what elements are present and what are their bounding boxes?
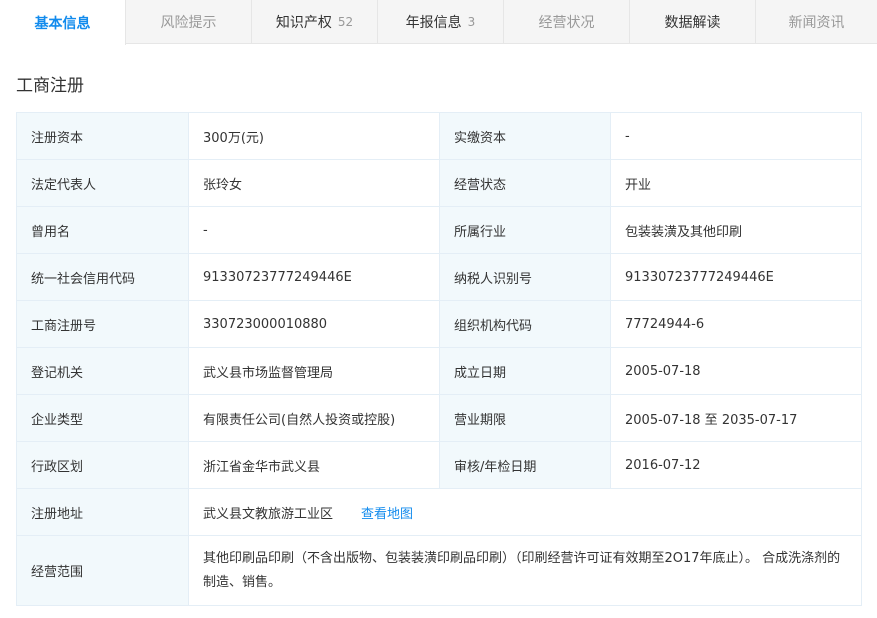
field-value: - bbox=[188, 206, 440, 254]
field-label: 注册地址 bbox=[16, 488, 189, 536]
field-value: 武义县文教旅游工业区 查看地图 bbox=[188, 488, 862, 536]
view-map-link[interactable]: 查看地图 bbox=[361, 507, 413, 522]
field-label: 经营状态 bbox=[439, 159, 611, 207]
tab-label: 风险提示 bbox=[160, 15, 217, 31]
field-label: 统一社会信用代码 bbox=[16, 253, 189, 301]
field-value: 2016-07-12 bbox=[610, 441, 862, 489]
tab-5[interactable]: 数据解读 bbox=[630, 0, 756, 44]
field-value: 张玲女 bbox=[188, 159, 440, 207]
field-value: 2005-07-18 至 2035-07-17 bbox=[610, 394, 862, 442]
field-value: 300万(元) bbox=[188, 112, 440, 160]
field-label: 经营范围 bbox=[16, 535, 189, 606]
table-row: 注册地址 武义县文教旅游工业区 查看地图 bbox=[16, 488, 862, 536]
field-value: 91330723777249446E bbox=[188, 253, 440, 301]
tab-bar: 基本信息 风险提示 知识产权 52 年报信息 3 经营状况 数据解读 新闻资讯 bbox=[0, 0, 877, 45]
tab-label: 年报信息 bbox=[405, 15, 462, 31]
field-label: 企业类型 bbox=[16, 394, 189, 442]
field-label: 组织机构代码 bbox=[439, 300, 611, 348]
tab-count-badge: 3 bbox=[467, 15, 476, 29]
field-label: 注册资本 bbox=[16, 112, 189, 160]
tab-1[interactable]: 风险提示 bbox=[126, 0, 252, 44]
field-label: 法定代表人 bbox=[16, 159, 189, 207]
field-value: 武义县市场监督管理局 bbox=[188, 347, 440, 395]
field-value: 91330723777249446E bbox=[610, 253, 862, 301]
field-value: 包装装潢及其他印刷 bbox=[610, 206, 862, 254]
section-title: 工商注册 bbox=[16, 76, 84, 96]
tab-label: 新闻资讯 bbox=[788, 15, 845, 31]
tab-label: 数据解读 bbox=[664, 15, 721, 31]
business-scope: 其他印刷品印刷（不含出版物、包装装潢印刷品印刷）（印刷经营许可证有效期至2O17… bbox=[188, 535, 862, 606]
table-row: 企业类型 有限责任公司(自然人投资或控股) 营业期限 2005-07-18 至 203… bbox=[16, 394, 862, 442]
tab-3[interactable]: 年报信息 3 bbox=[378, 0, 504, 44]
field-value: 2005-07-18 bbox=[610, 347, 862, 395]
tab-6[interactable]: 新闻资讯 bbox=[756, 0, 877, 44]
field-value: 330723000010880 bbox=[188, 300, 440, 348]
field-value: - bbox=[610, 112, 862, 160]
table-row: 注册资本 300万(元) 实缴资本 - bbox=[16, 112, 862, 160]
table-row: 经营范围 其他印刷品印刷（不含出版物、包装装潢印刷品印刷）（印刷经营许可证有效期… bbox=[16, 535, 862, 606]
table-row: 统一社会信用代码 91330723777249446E 纳税人识别号 91330723… bbox=[16, 253, 862, 301]
field-value: 浙江省金华市武义县 bbox=[188, 441, 440, 489]
table-row: 工商注册号 330723000010880 组织机构代码 77724944-6 bbox=[16, 300, 862, 348]
field-label: 实缴资本 bbox=[439, 112, 611, 160]
tab-label: 知识产权 bbox=[275, 15, 332, 31]
tab-label: 基本信息 bbox=[34, 15, 91, 32]
field-value: 77724944-6 bbox=[610, 300, 862, 348]
field-label: 登记机关 bbox=[16, 347, 189, 395]
business-registration-table: 注册资本 300万(元) 实缴资本 - 法定代表人 张玲女 经营状态 开业 曾用名 - 所属行业 包装… bbox=[16, 112, 862, 606]
field-value: 开业 bbox=[610, 159, 862, 207]
tab-4[interactable]: 经营状况 bbox=[504, 0, 630, 44]
registered-address: 武义县文教旅游工业区 bbox=[203, 506, 334, 522]
field-label: 所属行业 bbox=[439, 206, 611, 254]
field-label: 纳税人识别号 bbox=[439, 253, 611, 301]
field-label: 曾用名 bbox=[16, 206, 189, 254]
table-row: 行政区划 浙江省金华市武义县 审核/年检日期 2016-07-12 bbox=[16, 441, 862, 489]
table-row: 法定代表人 张玲女 经营状态 开业 bbox=[16, 159, 862, 207]
table-row: 曾用名 - 所属行业 包装装潢及其他印刷 bbox=[16, 206, 862, 254]
tab-label: 经营状况 bbox=[538, 15, 595, 31]
field-label: 行政区划 bbox=[16, 441, 189, 489]
tab-0[interactable]: 基本信息 bbox=[0, 0, 126, 45]
field-label: 营业期限 bbox=[439, 394, 611, 442]
field-value: 有限责任公司(自然人投资或控股) bbox=[188, 394, 440, 442]
field-label: 成立日期 bbox=[439, 347, 611, 395]
tab-count-badge: 52 bbox=[337, 15, 354, 29]
tab-2[interactable]: 知识产权 52 bbox=[252, 0, 378, 44]
field-label: 工商注册号 bbox=[16, 300, 189, 348]
table-row: 登记机关 武义县市场监督管理局 成立日期 2005-07-18 bbox=[16, 347, 862, 395]
field-label: 审核/年检日期 bbox=[439, 441, 611, 489]
